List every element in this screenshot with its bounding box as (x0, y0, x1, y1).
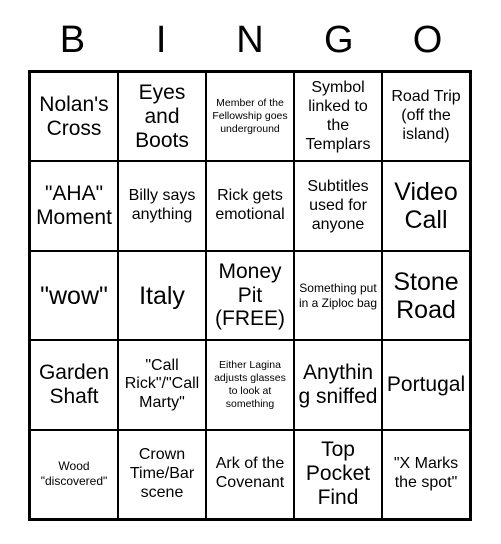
bingo-cell[interactable]: "Call Rick"/"Call Marty" (119, 341, 207, 429)
bingo-cell-text: Top Pocket Find (305, 438, 371, 510)
header-letter-o: O (412, 19, 443, 61)
header-letter-n: N (236, 19, 264, 61)
bingo-cell-text: Italy (139, 281, 185, 310)
bingo-cell-text: Either Lagina adjusts glasses to look at… (214, 358, 286, 411)
bingo-row: "AHA" Moment Billy says anything Rick ge… (31, 162, 469, 252)
bingo-cell[interactable]: Billy says anything (119, 162, 207, 250)
bingo-cell[interactable]: Eyes and Boots (119, 73, 207, 161)
bingo-cell[interactable]: Member of the Fellowship goes undergroun… (207, 73, 295, 161)
bingo-cell-text: Something put in a Ziploc bag (298, 280, 378, 310)
bingo-cell[interactable]: Subtitles used for anyone (295, 162, 383, 250)
bingo-cell[interactable]: "X Marks the spot" (383, 430, 469, 519)
bingo-cell[interactable]: "AHA" Moment (31, 162, 119, 250)
bingo-cell-text: "wow" (40, 281, 108, 310)
bingo-row: Wood "discovered" Crown Time/Bar scene A… (31, 430, 469, 519)
header-letter-b: B (59, 19, 86, 61)
bingo-cell[interactable]: "wow" (31, 251, 119, 340)
bingo-cell-text: Portugal (386, 372, 466, 396)
bingo-cell-text: Rick gets emotional (215, 187, 285, 224)
bingo-cell[interactable]: Nolan's Cross (31, 73, 119, 161)
bingo-row: Nolan's Cross Eyes and Boots Member of t… (31, 73, 469, 163)
bingo-cell-text: "Call Rick"/"Call Marty" (124, 356, 200, 412)
bingo-cell-text: Anything sniffed (298, 360, 378, 408)
bingo-cell[interactable]: Stone Road (383, 251, 469, 340)
bingo-cell[interactable]: Rick gets emotional (207, 162, 295, 250)
bingo-cell-text: Video Call (394, 178, 458, 235)
header-letter-i: I (155, 19, 167, 61)
bingo-cell-text: Money Pit (FREE) (215, 259, 285, 331)
bingo-row: "wow" Italy Money Pit (FREE) Something p… (31, 251, 469, 342)
bingo-cell[interactable]: Either Lagina adjusts glasses to look at… (207, 341, 295, 429)
bingo-cell-free[interactable]: Money Pit (FREE) (207, 251, 295, 340)
bingo-cell[interactable]: Top Pocket Find (295, 430, 383, 519)
bingo-cell-text: Member of the Fellowship goes undergroun… (212, 97, 288, 136)
bingo-cell-text: "AHA" Moment (36, 182, 112, 230)
bingo-cell[interactable]: Ark of the Covenant (207, 430, 295, 519)
bingo-cell[interactable]: Garden Shaft (31, 341, 119, 429)
bingo-cell-text: Garden Shaft (38, 360, 110, 408)
bingo-card: B I N G O Nolan's Cross Eyes and Boots M… (0, 0, 501, 544)
bingo-cell[interactable]: Wood "discovered" (31, 430, 119, 519)
bingo-cell-text: Eyes and Boots (135, 80, 189, 152)
bingo-cell-text: "X Marks the spot" (393, 455, 459, 492)
bingo-cell-text: Billy says anything (128, 187, 196, 224)
bingo-cell[interactable]: Road Trip (off the island) (383, 73, 469, 161)
bingo-cell[interactable]: Something put in a Ziploc bag (295, 251, 383, 340)
bingo-cell-text: Nolan's Cross (39, 92, 109, 140)
bingo-header: B I N G O (28, 14, 472, 66)
bingo-cell-text: Stone Road (393, 267, 459, 324)
bingo-cell-text: Ark of the Covenant (215, 455, 285, 492)
bingo-cell[interactable]: Portugal (383, 341, 469, 429)
bingo-cell-text: Crown Time/Bar scene (129, 446, 195, 501)
bingo-cell-text: Subtitles used for anyone (307, 177, 369, 233)
bingo-cell-text: Symbol linked to the Templars (305, 78, 371, 153)
bingo-cell[interactable]: Crown Time/Bar scene (119, 430, 207, 519)
bingo-cell-text: Road Trip (off the island) (391, 88, 461, 144)
bingo-grid: Nolan's Cross Eyes and Boots Member of t… (28, 70, 472, 521)
header-letter-g: G (324, 19, 354, 61)
bingo-cell[interactable]: Symbol linked to the Templars (295, 73, 383, 161)
bingo-cell[interactable]: Anything sniffed (295, 341, 383, 429)
bingo-cell[interactable]: Italy (119, 251, 207, 340)
bingo-cell[interactable]: Video Call (383, 162, 469, 250)
bingo-row: Garden Shaft "Call Rick"/"Call Marty" Ei… (31, 341, 469, 431)
bingo-cell-text: Wood "discovered" (40, 459, 108, 489)
